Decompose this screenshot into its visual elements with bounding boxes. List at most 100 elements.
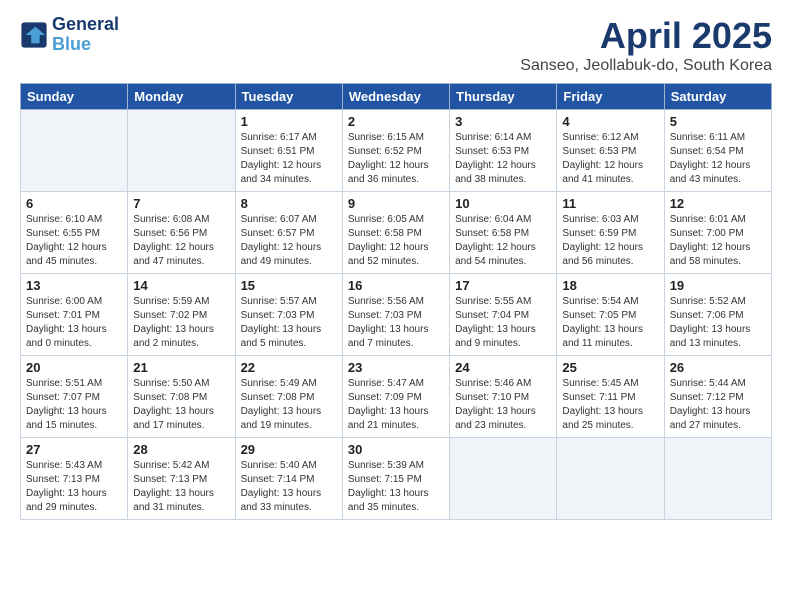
logo-icon [20, 21, 48, 49]
week-row-4: 20Sunrise: 5:51 AMSunset: 7:07 PMDayligh… [21, 356, 772, 438]
calendar-cell: 26 Sunrise: 5:44 AMSunset: 7:12 PMDayligh… [664, 356, 771, 438]
day-info: Sunrise: 6:11 AMSunset: 6:54 PMDaylight:… [670, 131, 766, 187]
day-number: 23 [348, 360, 444, 375]
calendar-cell: 21Sunrise: 5:50 AMSunset: 7:08 PMDayligh… [128, 356, 235, 438]
day-info: Sunrise: 5:56 AMSunset: 7:03 PMDaylight:… [348, 295, 444, 351]
calendar-cell: 14 Sunrise: 5:59 AMSunset: 7:02 PMDayligh… [128, 274, 235, 356]
calendar-header: Sunday Monday Tuesday Wednesday Thursday… [21, 84, 772, 110]
calendar-cell: 23Sunrise: 5:47 AMSunset: 7:09 PMDayligh… [342, 356, 449, 438]
calendar-cell: 29Sunrise: 5:40 AMSunset: 7:14 PMDayligh… [235, 438, 342, 520]
calendar-cell: 3 Sunrise: 6:14 AMSunset: 6:53 PMDaylight… [450, 110, 557, 192]
day-number: 8 [241, 196, 337, 211]
calendar-cell: 18 Sunrise: 5:54 AMSunset: 7:05 PMDayligh… [557, 274, 664, 356]
logo-line1: General [52, 15, 119, 35]
col-wednesday: Wednesday [342, 84, 449, 110]
calendar-title: April 2025 [520, 15, 772, 57]
col-thursday: Thursday [450, 84, 557, 110]
calendar-cell [557, 438, 664, 520]
col-saturday: Saturday [664, 84, 771, 110]
col-sunday: Sunday [21, 84, 128, 110]
week-row-3: 13 Sunrise: 6:00 AMSunset: 7:01 PMDayligh… [21, 274, 772, 356]
logo-line2: Blue [52, 35, 119, 55]
day-number: 4 [562, 114, 658, 129]
day-number: 18 [562, 278, 658, 293]
day-number: 28 [133, 442, 229, 457]
day-info: Sunrise: 6:05 AMSunset: 6:58 PMDaylight:… [348, 213, 444, 269]
header: General Blue April 2025 Sanseo, Jeollabu… [20, 15, 772, 75]
day-info: Sunrise: 5:59 AMSunset: 7:02 PMDaylight:… [133, 295, 229, 351]
calendar-cell: 2 Sunrise: 6:15 AMSunset: 6:52 PMDaylight… [342, 110, 449, 192]
calendar-cell: 27 Sunrise: 5:43 AMSunset: 7:13 PMDayligh… [21, 438, 128, 520]
day-info: Sunrise: 6:10 AMSunset: 6:55 PMDaylight:… [26, 213, 122, 269]
calendar-cell: 24Sunrise: 5:46 AMSunset: 7:10 PMDayligh… [450, 356, 557, 438]
calendar-cell: 30 Sunrise: 5:39 AMSunset: 7:15 PMDayligh… [342, 438, 449, 520]
day-number: 5 [670, 114, 766, 129]
week-row-5: 27 Sunrise: 5:43 AMSunset: 7:13 PMDayligh… [21, 438, 772, 520]
day-number: 20 [26, 360, 122, 375]
day-info: Sunrise: 5:52 AMSunset: 7:06 PMDaylight:… [670, 295, 766, 351]
calendar-cell [21, 110, 128, 192]
logo: General Blue [20, 15, 119, 55]
calendar-cell [664, 438, 771, 520]
day-number: 9 [348, 196, 444, 211]
day-info: Sunrise: 5:42 AMSunset: 7:13 PMDaylight:… [133, 459, 229, 515]
day-number: 10 [455, 196, 551, 211]
header-row: Sunday Monday Tuesday Wednesday Thursday… [21, 84, 772, 110]
day-info: Sunrise: 5:43 AMSunset: 7:13 PMDaylight:… [26, 459, 122, 515]
day-info: Sunrise: 5:55 AMSunset: 7:04 PMDaylight:… [455, 295, 551, 351]
week-row-1: 1Sunrise: 6:17 AMSunset: 6:51 PMDaylight… [21, 110, 772, 192]
day-info: Sunrise: 6:00 AMSunset: 7:01 PMDaylight:… [26, 295, 122, 351]
day-info: Sunrise: 6:01 AMSunset: 7:00 PMDaylight:… [670, 213, 766, 269]
day-info: Sunrise: 6:14 AMSunset: 6:53 PMDaylight:… [455, 131, 551, 187]
day-info: Sunrise: 5:46 AMSunset: 7:10 PMDaylight:… [455, 377, 551, 433]
day-number: 21 [133, 360, 229, 375]
logo-text: General Blue [52, 15, 119, 55]
day-number: 15 [241, 278, 337, 293]
day-info: Sunrise: 6:04 AMSunset: 6:58 PMDaylight:… [455, 213, 551, 269]
day-info: Sunrise: 6:08 AMSunset: 6:56 PMDaylight:… [133, 213, 229, 269]
day-number: 3 [455, 114, 551, 129]
day-info: Sunrise: 6:03 AMSunset: 6:59 PMDaylight:… [562, 213, 658, 269]
day-number: 30 [348, 442, 444, 457]
day-info: Sunrise: 5:45 AMSunset: 7:11 PMDaylight:… [562, 377, 658, 433]
calendar-cell: 25 Sunrise: 5:45 AMSunset: 7:11 PMDayligh… [557, 356, 664, 438]
day-info: Sunrise: 6:07 AMSunset: 6:57 PMDaylight:… [241, 213, 337, 269]
calendar-cell: 19 Sunrise: 5:52 AMSunset: 7:06 PMDayligh… [664, 274, 771, 356]
day-number: 14 [133, 278, 229, 293]
calendar-cell: 8 Sunrise: 6:07 AMSunset: 6:57 PMDaylight… [235, 192, 342, 274]
calendar-cell: 7 Sunrise: 6:08 AMSunset: 6:56 PMDaylight… [128, 192, 235, 274]
day-number: 26 [670, 360, 766, 375]
day-number: 7 [133, 196, 229, 211]
day-info: Sunrise: 5:39 AMSunset: 7:15 PMDaylight:… [348, 459, 444, 515]
calendar-cell [128, 110, 235, 192]
day-number: 1 [241, 114, 337, 129]
page-container: General Blue April 2025 Sanseo, Jeollabu… [0, 0, 792, 535]
day-info: Sunrise: 5:44 AMSunset: 7:12 PMDaylight:… [670, 377, 766, 433]
day-info: Sunrise: 5:57 AMSunset: 7:03 PMDaylight:… [241, 295, 337, 351]
day-info: Sunrise: 6:12 AMSunset: 6:53 PMDaylight:… [562, 131, 658, 187]
calendar-cell: 20Sunrise: 5:51 AMSunset: 7:07 PMDayligh… [21, 356, 128, 438]
calendar-cell: 9 Sunrise: 6:05 AMSunset: 6:58 PMDaylight… [342, 192, 449, 274]
calendar-cell: 16 Sunrise: 5:56 AMSunset: 7:03 PMDayligh… [342, 274, 449, 356]
day-info: Sunrise: 5:49 AMSunset: 7:08 PMDaylight:… [241, 377, 337, 433]
calendar-cell: 1Sunrise: 6:17 AMSunset: 6:51 PMDaylight… [235, 110, 342, 192]
day-info: Sunrise: 5:54 AMSunset: 7:05 PMDaylight:… [562, 295, 658, 351]
day-number: 13 [26, 278, 122, 293]
day-number: 19 [670, 278, 766, 293]
calendar-cell: 4 Sunrise: 6:12 AMSunset: 6:53 PMDaylight… [557, 110, 664, 192]
day-number: 25 [562, 360, 658, 375]
calendar-cell: 22Sunrise: 5:49 AMSunset: 7:08 PMDayligh… [235, 356, 342, 438]
title-block: April 2025 Sanseo, Jeollabuk-do, South K… [520, 15, 772, 75]
day-number: 2 [348, 114, 444, 129]
week-row-2: 6Sunrise: 6:10 AMSunset: 6:55 PMDaylight… [21, 192, 772, 274]
calendar-body: 1Sunrise: 6:17 AMSunset: 6:51 PMDaylight… [21, 110, 772, 520]
day-number: 17 [455, 278, 551, 293]
day-info: Sunrise: 6:15 AMSunset: 6:52 PMDaylight:… [348, 131, 444, 187]
day-number: 12 [670, 196, 766, 211]
calendar-table: Sunday Monday Tuesday Wednesday Thursday… [20, 83, 772, 520]
day-number: 29 [241, 442, 337, 457]
calendar-cell: 28 Sunrise: 5:42 AMSunset: 7:13 PMDayligh… [128, 438, 235, 520]
day-number: 16 [348, 278, 444, 293]
calendar-cell: 15 Sunrise: 5:57 AMSunset: 7:03 PMDayligh… [235, 274, 342, 356]
day-number: 27 [26, 442, 122, 457]
